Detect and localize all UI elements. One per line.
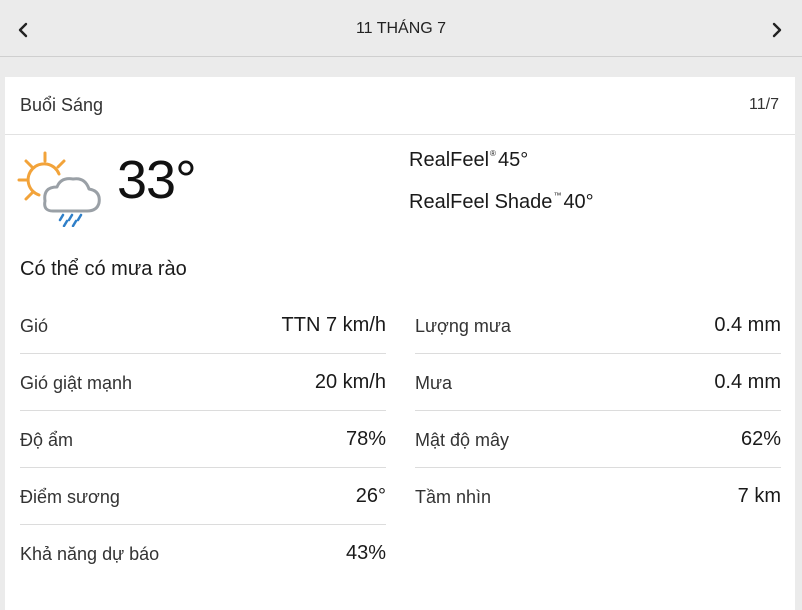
detail-row-rain: Mưa 0.4 mm [415, 354, 781, 411]
detail-label: Tầm nhìn [415, 487, 492, 507]
date-title: 11 THÁNG 7 [355, 20, 447, 37]
detail-row-cloud-cover: Mật độ mây 62% [415, 411, 781, 468]
realfeel: RealFeel® 45° [409, 149, 528, 172]
forecast-card: Buổi Sáng 11/7 33° RealFeel® 45° RealFee… [5, 77, 795, 610]
detail-label: Mật độ mây [415, 430, 510, 450]
detail-value: 20 km/h [314, 371, 386, 393]
temperature: 33° [117, 150, 197, 210]
detail-row-dew-point: Điểm sương 26° [20, 468, 386, 525]
detail-label: Gió [20, 316, 49, 336]
detail-value: 78% [345, 428, 386, 450]
detail-value: 7 km [737, 485, 781, 507]
detail-label: Gió giật mạnh [20, 373, 133, 393]
detail-value: 0.4 mm [714, 314, 781, 336]
short-date: 11/7 [749, 96, 779, 113]
detail-label: Mưa [415, 373, 453, 393]
detail-value: TTN 7 km/h [281, 314, 386, 336]
trademark-mark: ™ [553, 191, 562, 200]
detail-row-precipitation: Lượng mưa 0.4 mm [415, 297, 781, 354]
card-header: Buổi Sáng 11/7 [5, 77, 795, 135]
details-left-column: Gió TTN 7 km/h Gió giật mạnh 20 km/h Độ … [20, 297, 386, 582]
partly-sunny-showers-icon [15, 149, 101, 228]
detail-label: Lượng mưa [415, 316, 511, 336]
registered-mark: ® [490, 149, 496, 158]
realfeel-value: 45° [497, 149, 529, 171]
details-right-column: Lượng mưa 0.4 mm Mưa 0.4 mm Mật độ mây 6… [415, 297, 781, 525]
date-navigation-bar: 11 THÁNG 7 [0, 0, 802, 57]
next-day-button[interactable] [764, 16, 790, 44]
weather-phrase: Có thể có mưa rào [20, 258, 187, 280]
detail-label: Độ ẩm [20, 430, 74, 450]
realfeel-label: RealFeel [409, 149, 490, 171]
detail-row-wind: Gió TTN 7 km/h [20, 297, 386, 354]
detail-label: Khả năng dự báo [20, 544, 160, 564]
detail-row-visibility: Tầm nhìn 7 km [415, 468, 781, 525]
detail-value: 0.4 mm [714, 371, 781, 393]
detail-row-probability: Khả năng dự báo 43% [20, 525, 386, 582]
detail-row-wind-gust: Gió giật mạnh 20 km/h [20, 354, 386, 411]
chevron-right-icon [772, 22, 782, 38]
realfeel-shade-value: 40° [563, 191, 594, 213]
detail-value: 62% [740, 428, 781, 450]
detail-row-humidity: Độ ẩm 78% [20, 411, 386, 468]
detail-value: 26° [355, 485, 386, 507]
period-label: Buổi Sáng [20, 95, 104, 115]
realfeel-shade-label: RealFeel Shade [409, 191, 553, 213]
realfeel-shade: RealFeel Shade™ 40° [409, 191, 594, 214]
detail-label: Điểm sương [20, 487, 120, 507]
detail-value: 43% [345, 542, 386, 564]
